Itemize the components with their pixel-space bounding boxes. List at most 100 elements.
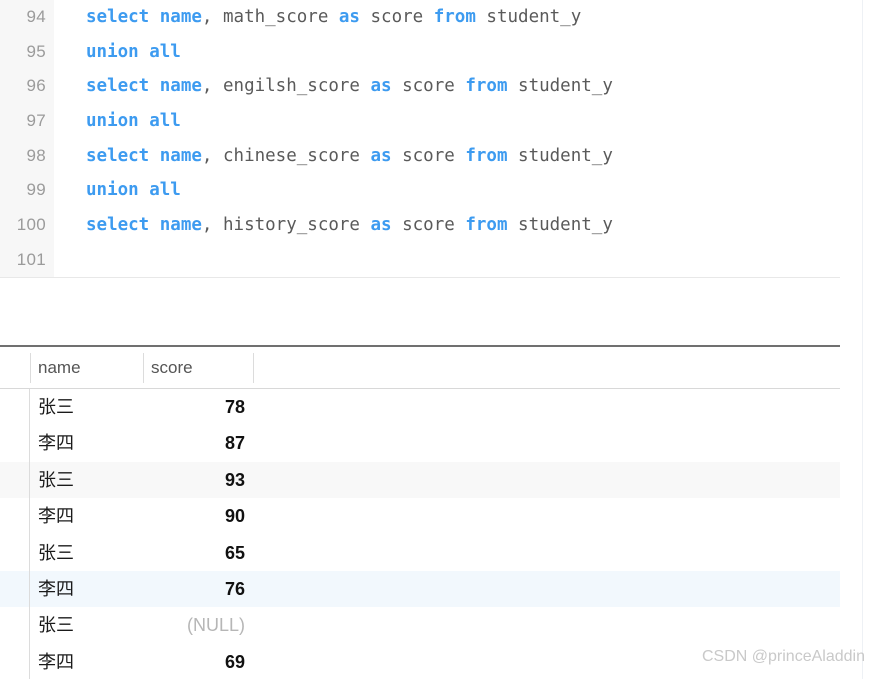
cell-name[interactable]: 张三: [30, 535, 143, 571]
cell-name[interactable]: 李四: [30, 425, 143, 461]
sql-keyword: from: [465, 76, 508, 97]
result-grid-rows: 张三 78 李四 87 张三 93 李四 90 张三 65 李四 76 张三 (NULL) 李四 69: [0, 389, 840, 679]
table-row[interactable]: 张三 93: [0, 461, 840, 499]
sql-text: , history_score: [201, 215, 371, 236]
table-row[interactable]: 李四 90: [0, 498, 840, 535]
sql-keyword: name: [159, 76, 202, 97]
sql-keyword: union all: [86, 111, 181, 132]
code-line-text: select name, engilsh_score as score from…: [86, 69, 613, 104]
sql-text: score: [391, 145, 466, 166]
code-line-number: 97: [26, 111, 46, 131]
code-line[interactable]: 99 union all: [0, 173, 840, 208]
column-header-rownum[interactable]: [0, 353, 30, 383]
column-header-score[interactable]: score: [143, 353, 253, 383]
cell-name[interactable]: 李四: [30, 571, 143, 607]
cell-score[interactable]: 87: [143, 425, 253, 461]
sql-keyword: select: [86, 7, 150, 27]
code-line-text: select name, history_score as score from…: [86, 208, 613, 243]
code-line[interactable]: 94 select name, math_score as score from …: [0, 0, 840, 35]
table-row[interactable]: 张三 65: [0, 534, 840, 571]
sql-text: , chinese_score: [201, 145, 371, 166]
row-number-gutter-cell[interactable]: [0, 498, 30, 535]
cell-name[interactable]: 张三: [30, 607, 143, 643]
code-line-number: 98: [26, 145, 46, 165]
sql-code-editor[interactable]: 94 select name, math_score as score from …: [0, 0, 840, 278]
sql-keyword: name: [159, 7, 202, 27]
sql-text: score: [359, 7, 434, 27]
cell-name[interactable]: 李四: [30, 498, 143, 534]
column-header-filler: [253, 353, 840, 383]
code-line-number: 95: [26, 41, 46, 61]
sql-text: student_y: [507, 76, 613, 97]
row-number-gutter-cell[interactable]: [0, 425, 30, 462]
right-side-pane: [863, 0, 896, 679]
table-row[interactable]: 李四 76: [0, 570, 840, 608]
sql-text: , math_score: [201, 7, 339, 27]
code-line[interactable]: 95 union all: [0, 35, 840, 70]
cell-name[interactable]: 张三: [30, 389, 143, 425]
query-result-grid[interactable]: name score 张三 78 李四 87 张三 93 李四 90 张三 65 李四 76 张三 (NU…: [0, 345, 840, 679]
cell-score[interactable]: 65: [143, 535, 253, 571]
sql-text: student_y: [507, 145, 613, 166]
sql-text: , engilsh_score: [201, 76, 371, 97]
sql-keyword: select: [86, 215, 150, 236]
cell-name[interactable]: 李四: [30, 644, 143, 679]
code-line[interactable]: 98 select name, chinese_score as score fr…: [0, 139, 840, 174]
row-number-gutter-cell[interactable]: [0, 570, 30, 608]
code-line-number: 100: [16, 215, 46, 235]
sql-keyword: as: [338, 7, 360, 27]
code-line-number: 94: [26, 7, 46, 26]
cell-name[interactable]: 张三: [30, 462, 143, 498]
code-line[interactable]: 97 union all: [0, 104, 840, 139]
sql-keyword: as: [370, 76, 392, 97]
table-row[interactable]: 李四 87: [0, 425, 840, 462]
sql-text: score: [391, 76, 466, 97]
column-header-name[interactable]: name: [30, 353, 143, 383]
code-line-number: 99: [26, 180, 46, 200]
code-line-text: union all: [86, 173, 181, 208]
sql-keyword: as: [370, 215, 392, 236]
row-number-gutter-cell[interactable]: [0, 643, 30, 679]
sql-keyword: as: [370, 145, 392, 166]
sql-keyword: union all: [86, 41, 181, 62]
cell-score-null[interactable]: (NULL): [143, 607, 253, 643]
code-line-number: 101: [16, 249, 46, 269]
right-pane-divider: [862, 0, 863, 679]
sql-keyword: from: [465, 145, 508, 166]
row-number-gutter-cell[interactable]: [0, 607, 30, 644]
sql-keyword: name: [159, 145, 202, 166]
sql-keyword: name: [159, 215, 202, 236]
cell-score[interactable]: 76: [143, 571, 253, 607]
code-line-text: select name, math_score as score from st…: [86, 0, 581, 35]
code-line-text: union all: [86, 35, 181, 70]
editor-code-lines[interactable]: 94 select name, math_score as score from …: [0, 0, 840, 277]
code-line-number: 96: [26, 76, 46, 96]
cell-score[interactable]: 69: [143, 644, 253, 679]
code-line-text: union all: [86, 104, 181, 139]
row-number-gutter-cell[interactable]: [0, 461, 30, 499]
table-row[interactable]: 张三 78: [0, 389, 840, 426]
code-line[interactable]: 96 select name, engilsh_score as score fr…: [0, 69, 840, 104]
sql-keyword: union all: [86, 180, 181, 201]
sql-keyword: select: [86, 145, 150, 166]
sql-text: student_y: [507, 215, 613, 236]
cell-score[interactable]: 78: [143, 389, 253, 425]
code-line[interactable]: 100 select name, history_score as score f…: [0, 208, 840, 243]
sql-text: score: [391, 215, 466, 236]
editor-results-gap: [0, 278, 840, 345]
sql-keyword: from: [465, 215, 508, 236]
sql-keyword: from: [433, 7, 476, 27]
sql-keyword: select: [86, 76, 150, 97]
cell-score[interactable]: 93: [143, 462, 253, 498]
code-line[interactable]: 101: [0, 243, 840, 277]
result-grid-header: name score: [0, 347, 840, 389]
cell-score[interactable]: 90: [143, 498, 253, 534]
row-number-gutter-cell[interactable]: [0, 389, 30, 426]
row-number-gutter-cell[interactable]: [0, 534, 30, 571]
sql-text: student_y: [475, 7, 582, 27]
table-row[interactable]: 张三 (NULL): [0, 607, 840, 644]
